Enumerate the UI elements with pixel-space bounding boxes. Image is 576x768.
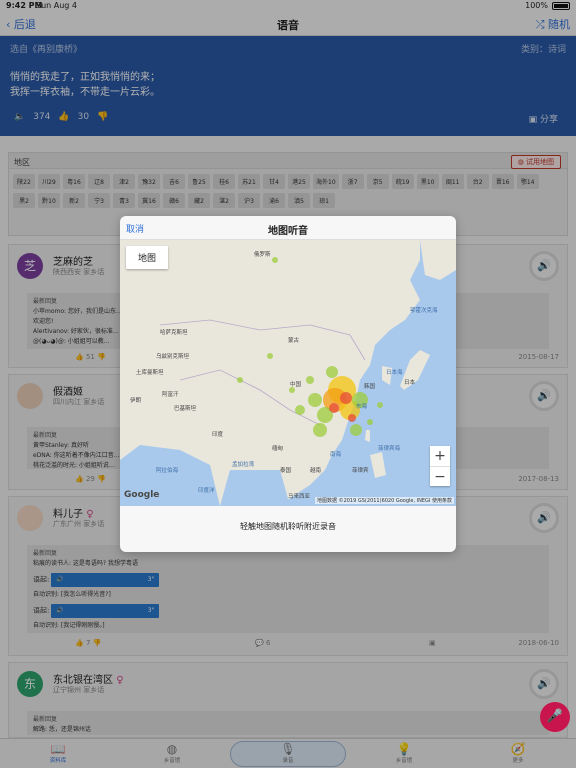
map-label: 南海 xyxy=(330,452,342,458)
zoom-in-button[interactable]: + xyxy=(430,446,450,466)
map-label: 印度 xyxy=(212,432,224,438)
heat-spot xyxy=(306,376,314,384)
map-modal: 取消 地图听音 地图 俄罗斯 鄂霍次克海 哈萨克斯坦 蒙古 乌兹别克斯坦 土库曼… xyxy=(120,216,456,552)
map-label: 孟加拉湾 xyxy=(232,462,255,468)
map-label: 巴基斯坦 xyxy=(174,406,197,412)
heat-spot xyxy=(237,377,243,383)
heat-spot xyxy=(295,405,305,415)
map-label: 东海 xyxy=(356,404,368,410)
map-label: 印度洋 xyxy=(198,488,215,494)
map-label: 土库曼斯坦 xyxy=(136,370,164,376)
heat-spot xyxy=(367,419,373,425)
zoom-controls: + − xyxy=(430,446,450,486)
map-label: 阿富汗 xyxy=(162,392,179,398)
map-type-button[interactable]: 地图 xyxy=(126,246,169,269)
heat-spot xyxy=(272,257,278,263)
map-hint: 轻触地图随机聆听附近录音 xyxy=(240,522,336,531)
map-view[interactable]: 地图 俄罗斯 鄂霍次克海 哈萨克斯坦 蒙古 乌兹别克斯坦 土库曼斯坦 阿富汗 伊… xyxy=(120,240,456,506)
map-label: 阿拉伯海 xyxy=(156,468,179,474)
zoom-out-button[interactable]: − xyxy=(430,466,450,486)
map-label: 菲律宾 xyxy=(352,468,369,474)
land-mass xyxy=(420,240,456,280)
google-logo: Google xyxy=(124,490,160,500)
map-label: 蒙古 xyxy=(288,338,300,344)
water-body xyxy=(220,470,290,506)
map-label: 伊朗 xyxy=(130,398,142,404)
map-label: 越南 xyxy=(310,468,322,474)
land-mass xyxy=(365,430,370,442)
heat-spot xyxy=(267,353,273,359)
heat-spot xyxy=(377,402,383,408)
map-label: 缅甸 xyxy=(272,446,284,452)
heat-spot xyxy=(348,414,356,422)
map-label: 日本 xyxy=(404,380,416,386)
heat-spot xyxy=(308,393,322,407)
map-label: 泰国 xyxy=(280,468,292,474)
modal-header: 取消 地图听音 xyxy=(120,216,456,240)
map-label: 鄂霍次克海 xyxy=(410,308,438,314)
map-label: 日本海 xyxy=(386,370,403,376)
heat-spot xyxy=(326,366,338,378)
heat-spot xyxy=(329,403,339,413)
map-label: 马来西亚 xyxy=(288,494,311,500)
land-mass xyxy=(370,452,386,478)
map-label: 哈萨克斯坦 xyxy=(160,330,188,336)
modal-title: 地图听音 xyxy=(268,226,308,237)
map-attribution[interactable]: 地图数据 ©2019 GS(2011)6020 Google, INEGI 使用… xyxy=(314,497,454,504)
map-label: 菲律宾海 xyxy=(378,446,401,452)
map-label: 俄罗斯 xyxy=(254,252,271,258)
heat-spot xyxy=(313,423,327,437)
microphone-icon: 🎤 xyxy=(546,709,564,724)
microphone-fab[interactable]: 🎤 xyxy=(540,702,570,732)
heat-spot xyxy=(350,424,362,436)
heat-spot xyxy=(340,392,352,404)
map-label: 中国 xyxy=(290,382,302,388)
map-label: 韩国 xyxy=(364,384,376,390)
map-label: 乌兹别克斯坦 xyxy=(156,354,190,360)
